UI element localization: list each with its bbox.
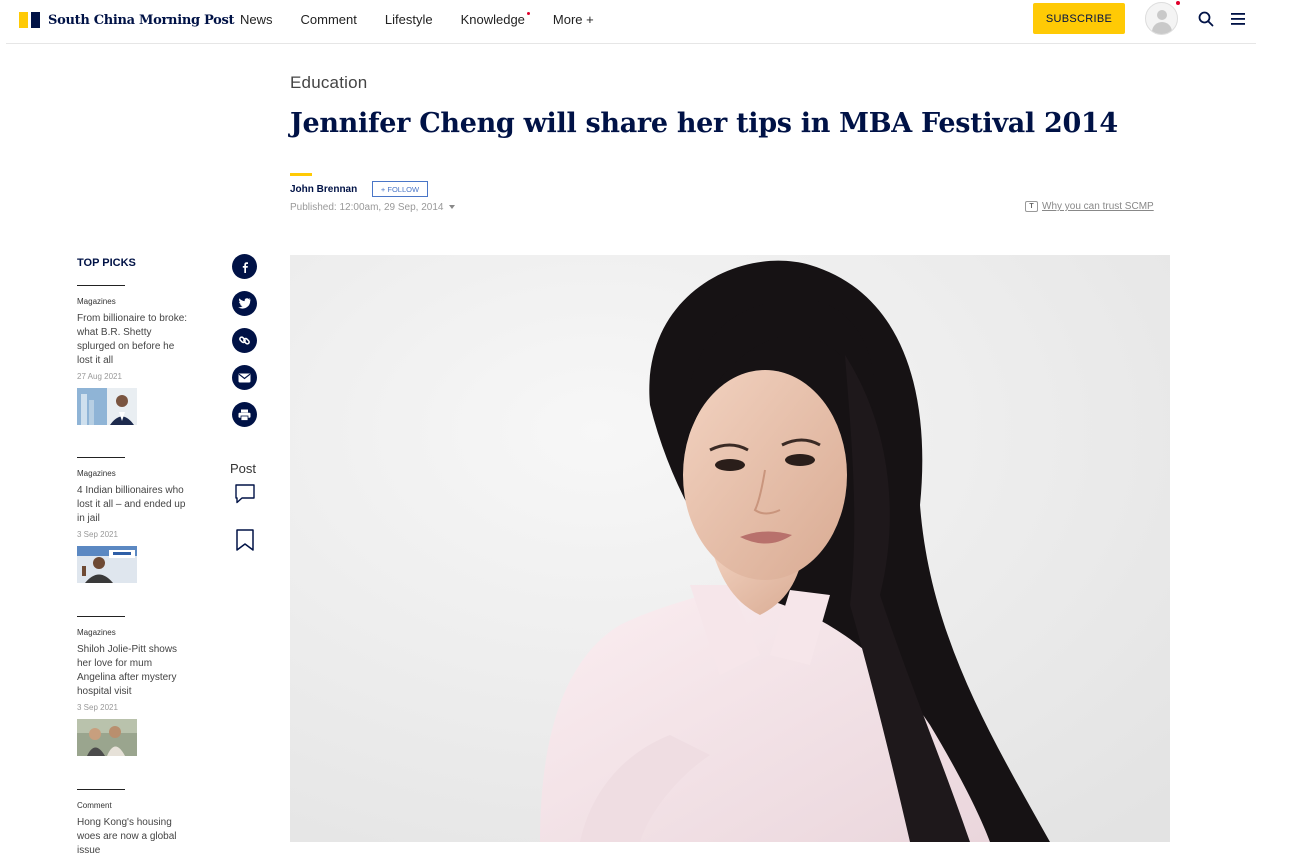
nav-item-lifestyle[interactable]: Lifestyle [385,12,433,27]
link-icon [239,336,250,345]
author-accent-bar [290,173,312,176]
logo-navy-block [31,12,40,28]
email-icon [238,373,251,382]
comment-icon[interactable] [233,482,257,506]
pick-title[interactable]: From billionaire to broke: what B.R. She… [77,312,189,368]
article-headline: Jennifer Cheng will share her tips in MB… [290,108,1118,139]
hero-photo-illustration [290,255,1170,842]
trust-icon: T [1025,201,1038,212]
user-avatar[interactable] [1145,2,1178,35]
new-indicator-dot [526,12,530,15]
pick-date: 3 Sep 2021 [77,703,118,712]
section-label[interactable]: Education [290,73,367,93]
top-pick-item[interactable]: Magazines 4 Indian billionaires who lost… [77,457,189,583]
facebook-icon [242,261,248,273]
post-comment-label[interactable]: Post [230,461,256,476]
nav-item-comment[interactable]: Comment [301,12,357,27]
pick-title[interactable]: Hong Kong's housing woes are now a globa… [77,816,189,856]
avatar-head [1157,10,1167,20]
pick-category: Magazines [77,628,116,637]
article-hero-image[interactable] [290,255,1170,842]
hamburger-menu-icon[interactable] [1230,12,1246,26]
bookmark-icon[interactable] [234,528,256,552]
follow-button[interactable]: + FOLLOW [372,181,428,197]
top-picks-heading: TOP PICKS [77,257,136,269]
divider [77,616,125,617]
chevron-down-icon [449,205,456,210]
pick-thumbnail-image [77,719,137,756]
pick-title[interactable]: 4 Indian billionaires who lost it all – … [77,484,189,526]
pick-category: Comment [77,801,112,810]
pick-category: Magazines [77,469,116,478]
top-pick-item[interactable]: Magazines From billionaire to broke: wha… [77,285,189,425]
pick-date: 3 Sep 2021 [77,530,118,539]
scmp-logo[interactable]: South China Morning Post [19,11,235,29]
copy-link-button[interactable] [232,328,257,353]
trust-link[interactable]: T Why you can trust SCMP [1025,201,1154,212]
pick-category: Magazines [77,297,116,306]
search-icon[interactable] [1198,11,1214,27]
pick-thumbnail[interactable] [77,546,137,583]
pick-thumbnail-image [77,546,137,583]
avatar-body [1152,22,1172,34]
top-pick-item[interactable]: Comment Hong Kong's housing woes are now… [77,789,189,856]
logo-yellow-block [19,12,28,28]
twitter-icon [238,298,251,309]
main-nav: News Comment Lifestyle Knowledge More + [240,12,622,27]
published-text: Published: 12:00am, 29 Sep, 2014 [290,202,444,213]
pick-thumbnail-image [77,388,137,425]
pick-thumbnail[interactable] [77,388,137,425]
twitter-share-button[interactable] [232,291,257,316]
facebook-share-button[interactable] [232,254,257,279]
published-date[interactable]: Published: 12:00am, 29 Sep, 2014 [290,202,456,213]
email-share-button[interactable] [232,365,257,390]
pick-date: 27 Aug 2021 [77,372,122,381]
pick-thumbnail[interactable] [77,719,137,756]
subscribe-button[interactable]: SUBSCRIBE [1033,3,1125,34]
author-name[interactable]: John Brennan [290,184,357,195]
divider [77,789,125,790]
top-navigation-bar: South China Morning Post News Comment Li… [6,0,1256,44]
pick-title[interactable]: Shiloh Jolie-Pitt shows her love for mum… [77,643,189,699]
divider [77,457,125,458]
logo-text: South China Morning Post [48,12,235,28]
nav-item-knowledge[interactable]: Knowledge [460,12,530,27]
divider [77,285,125,286]
print-icon [238,409,251,421]
trust-link-label: Why you can trust SCMP [1042,201,1154,212]
top-pick-item[interactable]: Magazines Shiloh Jolie-Pitt shows her lo… [77,616,189,756]
nav-item-news[interactable]: News [240,12,273,27]
print-button[interactable] [232,402,257,427]
nav-item-knowledge-label: Knowledge [460,12,525,27]
nav-item-more[interactable]: More + [553,12,594,27]
notification-dot [1176,1,1180,5]
